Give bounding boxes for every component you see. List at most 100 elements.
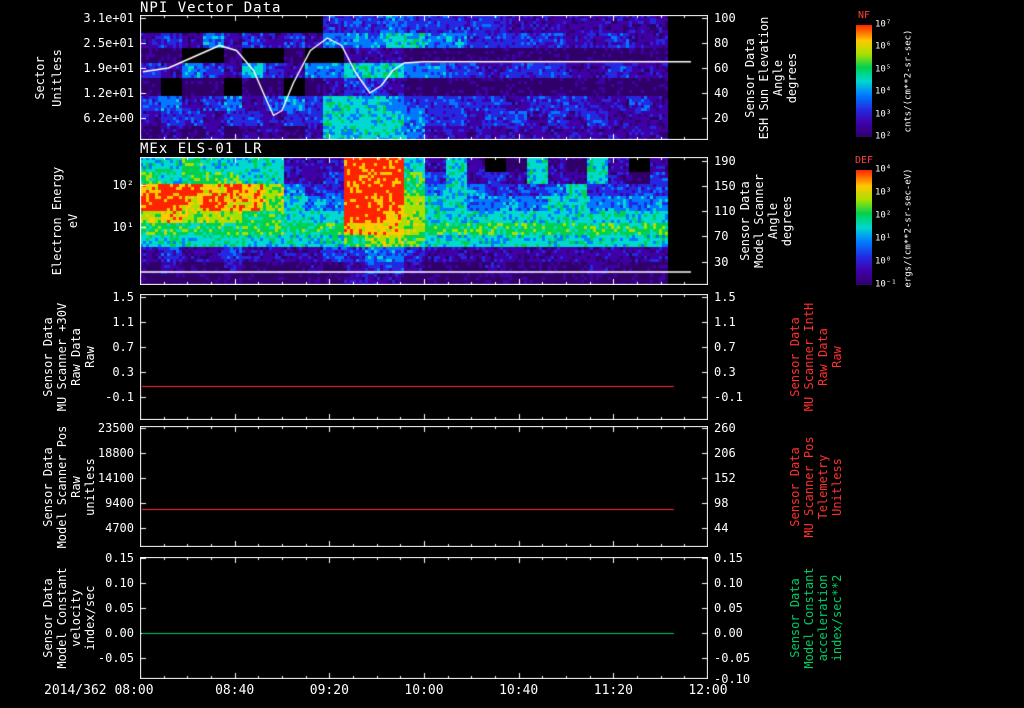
y-tick-right-p1: 190 bbox=[714, 153, 736, 168]
y-tick-right-p4: 0.15 bbox=[714, 551, 743, 566]
y-tick-left-p2: 1.1 bbox=[112, 314, 134, 329]
y-tick-right-p2: 1.5 bbox=[714, 289, 736, 304]
y-axis-title-right-p3: Telemetry bbox=[816, 453, 830, 520]
panel-mu-scanner-line bbox=[140, 294, 708, 420]
y-axis-title-left-p4: velocity bbox=[69, 589, 83, 647]
y-tick-right-p1: 110 bbox=[714, 203, 736, 218]
y-tick-left-p3: 4700 bbox=[105, 520, 134, 535]
y-axis-title-right-p1: Model Scanner bbox=[752, 174, 766, 268]
y-tick-left-p4: 0.10 bbox=[105, 576, 134, 591]
panel-model-constant-line bbox=[140, 557, 708, 679]
y-axis-title-right-p4: index/sec**2 bbox=[830, 574, 844, 662]
y-axis-title-left-p3: Sensor Data bbox=[41, 446, 55, 527]
y-tick-left-p0: 3.1e+01 bbox=[83, 10, 134, 25]
y-axis-title-left-p2: MU Scanner +30V bbox=[55, 302, 69, 412]
y-tick-left-p0: 6.2e+00 bbox=[83, 110, 134, 125]
colorbar-tick: 10³ bbox=[875, 109, 892, 120]
y-tick-right-p4: 0.00 bbox=[714, 626, 743, 641]
y-tick-left-p4: -0.05 bbox=[97, 651, 134, 666]
panel-title-els: MEx ELS-01 LR bbox=[140, 141, 263, 157]
mu-scanner-line-canvas bbox=[140, 294, 708, 420]
y-tick-right-p1: 70 bbox=[714, 229, 729, 244]
x-tick-label: 10:00 bbox=[404, 683, 444, 698]
y-tick-right-p3: 260 bbox=[714, 421, 736, 436]
y-axis-title-right-p0: Angle bbox=[771, 59, 785, 96]
y-tick-left-p0: 2.5e+01 bbox=[83, 35, 134, 50]
y-tick-right-p4: 0.05 bbox=[714, 601, 743, 616]
panel-npi-spectrogram bbox=[140, 15, 708, 140]
y-axis-title-right-p0: degrees bbox=[785, 52, 799, 103]
y-tick-left-p3: 14100 bbox=[97, 471, 134, 486]
y-axis-title-right-p0: ESH Sun Elevation bbox=[757, 16, 771, 139]
colorbar-tick: 10² bbox=[875, 131, 892, 142]
y-tick-right-p0: 100 bbox=[714, 10, 736, 25]
y-tick-left-p4: 0.05 bbox=[105, 601, 134, 616]
y-tick-left-p2: 1.5 bbox=[112, 289, 134, 304]
telemetry-plot-screen: NPI Vector Data MEx ELS-01 LR NF DEF 20 1… bbox=[0, 0, 1024, 708]
def-colorbar-title: DEF bbox=[854, 155, 874, 166]
colorbar-tick: 10¹ bbox=[875, 233, 892, 244]
y-axis-title-right-p2: Sensor Data bbox=[788, 317, 802, 397]
y-tick-left-p1: 10¹ bbox=[112, 220, 134, 235]
colorbar-tick: 10² bbox=[875, 210, 892, 221]
y-axis-title-left-p3: Raw bbox=[69, 475, 83, 498]
nf-colorbar bbox=[856, 25, 872, 137]
y-axis-title-left-p2: Raw bbox=[83, 346, 97, 368]
y-axis-title-left-p4: index/sec bbox=[83, 585, 97, 651]
y-tick-right-p2: -0.1 bbox=[714, 390, 743, 405]
y-axis-title-right-p4: Sensor Data bbox=[788, 578, 802, 658]
y-tick-left-p3: 23500 bbox=[97, 421, 134, 436]
y-axis-title-left-p0: Unitless bbox=[50, 48, 64, 107]
def-colorbar bbox=[856, 170, 872, 285]
y-axis-title-left-p4: Model Constant bbox=[55, 567, 69, 669]
colorbar-tick: 10⁵ bbox=[875, 64, 892, 75]
panel-title-npi: NPI Vector Data bbox=[140, 0, 282, 16]
y-axis-title-right-p3: Unitless bbox=[830, 457, 844, 516]
y-axis-title-right-p0: Sensor Data bbox=[743, 37, 757, 118]
x-tick-label: 12:00 bbox=[688, 683, 728, 698]
y-tick-right-p0: 20 bbox=[714, 110, 729, 125]
y-tick-right-p3: 206 bbox=[714, 446, 736, 461]
x-tick-label: 09:20 bbox=[309, 683, 349, 698]
colorbar-tick: 10³ bbox=[875, 187, 892, 198]
colorbar-tick: 10⁴ bbox=[875, 86, 892, 97]
y-axis-title-left-p1: Electron Energy bbox=[50, 166, 64, 276]
y-tick-right-p2: 0.3 bbox=[714, 365, 736, 380]
y-tick-right-p0: 80 bbox=[714, 35, 729, 50]
y-tick-left-p3: 9400 bbox=[105, 495, 134, 510]
y-axis-title-left-p2: Raw Data bbox=[69, 328, 83, 386]
y-tick-left-p2: -0.1 bbox=[105, 390, 134, 405]
y-axis-title-left-p4: Sensor Data bbox=[41, 578, 55, 658]
y-axis-title-right-p4: Model Constant bbox=[802, 567, 816, 669]
y-axis-title-left-p3: Model Scanner Pos bbox=[55, 425, 69, 548]
y-tick-right-p4: 0.10 bbox=[714, 576, 743, 591]
y-tick-left-p2: 0.7 bbox=[112, 339, 134, 354]
y-tick-right-p2: 1.1 bbox=[714, 314, 736, 329]
y-tick-right-p3: 152 bbox=[714, 471, 736, 486]
y-tick-right-p1: 30 bbox=[714, 254, 729, 269]
panel-els-spectrogram bbox=[140, 157, 708, 285]
colorbar-tick: 10⁻¹ bbox=[875, 279, 897, 290]
y-tick-right-p4: -0.05 bbox=[714, 651, 751, 666]
x-tick-label: 11:20 bbox=[593, 683, 633, 698]
y-axis-title-right-p1: degrees bbox=[780, 195, 794, 247]
nf-colorbar-title: NF bbox=[857, 10, 871, 21]
colorbar-tick: 10⁴ bbox=[875, 164, 892, 175]
y-axis-title-left-p1: eV bbox=[66, 213, 80, 229]
y-axis-title-right-p2: Raw bbox=[830, 346, 844, 368]
y-axis-title-right-p4: acceleration bbox=[816, 574, 830, 662]
scanner-pos-line-canvas bbox=[140, 426, 708, 547]
y-tick-left-p1: 10² bbox=[112, 178, 134, 193]
npi-spectrogram-canvas bbox=[140, 15, 708, 140]
colorbar-tick: 10⁶ bbox=[875, 41, 892, 52]
y-tick-left-p2: 0.3 bbox=[112, 365, 134, 380]
y-axis-title-left-p2: Sensor Data bbox=[41, 317, 55, 397]
y-axis-title-right-p2: MU Scanner IntH bbox=[802, 302, 816, 412]
x-tick-label: 08:40 bbox=[215, 683, 255, 698]
y-tick-right-p1: 150 bbox=[714, 179, 736, 194]
colorbar-units-label: cnts/(cm**2-sr-sec) bbox=[903, 29, 914, 133]
y-axis-title-right-p1: Sensor Data bbox=[738, 181, 752, 261]
colorbar-tick: 10⁰ bbox=[875, 256, 892, 267]
y-tick-right-p3: 44 bbox=[714, 520, 729, 535]
y-axis-title-left-p3: unitless bbox=[83, 457, 97, 516]
